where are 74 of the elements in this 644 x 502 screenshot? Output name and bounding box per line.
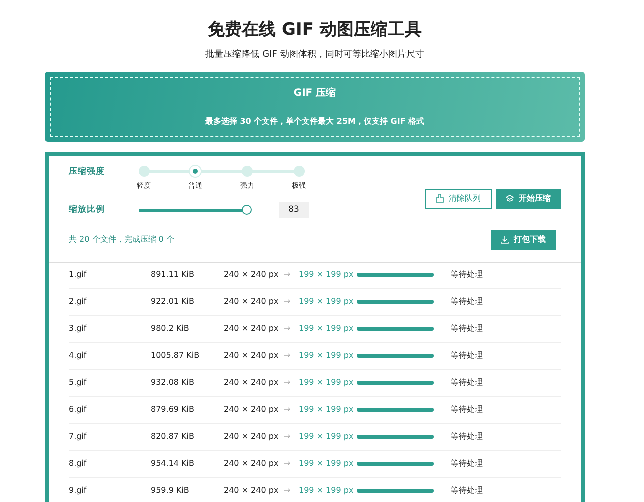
file-size: 922.01 KiB [151, 296, 196, 308]
file-size: 891.11 KiB [151, 269, 196, 282]
broom-icon [436, 194, 444, 204]
arrow-text: → [284, 376, 292, 389]
file-status: 等待处理 [451, 376, 483, 389]
arrow-text: → [284, 404, 292, 416]
target-dimensions: 199 × 199 px [299, 484, 355, 497]
setting-label: 缩放比例 [69, 204, 106, 216]
setting-label: 压缩强度 [69, 166, 106, 179]
file-status: 等待处理 [451, 404, 483, 416]
file-name: 9.gif [69, 484, 88, 497]
start-compress-button[interactable]: 开始压缩 [496, 188, 561, 209]
arrow-text: → [284, 322, 292, 335]
cap-icon [506, 195, 514, 202]
arrow-text: → [284, 350, 292, 362]
file-size: 980.2 KiB [151, 322, 190, 335]
target-dimensions: 199 × 199 px [299, 269, 355, 282]
arrow-text: → [284, 269, 292, 282]
file-size: 879.69 KiB [151, 404, 196, 416]
target-dimensions: 199 × 199 px [299, 430, 355, 443]
file-status: 等待处理 [451, 458, 483, 470]
arrow-text: → [284, 458, 292, 470]
original-dimensions: 240 × 240 px [224, 458, 280, 470]
upload-hint: 最多选择 30 个文件，单个文件最大 25M，仅支持 GIF 格式 [205, 116, 425, 128]
file-name: 1.gif [69, 269, 88, 282]
file-status: 等待处理 [451, 350, 483, 362]
step-dot[interactable] [190, 166, 202, 177]
file-name: 5.gif [69, 376, 88, 389]
file-status: 等待处理 [451, 296, 483, 308]
original-dimensions: 240 × 240 px [224, 350, 280, 362]
file-name: 8.gif [69, 458, 88, 470]
original-dimensions: 240 × 240 px [224, 376, 280, 389]
target-dimensions: 199 × 199 px [299, 458, 355, 470]
scale-value-field[interactable]: 83 [279, 202, 309, 218]
summary-text: 共 20 个文件，完成压缩 0 个 [69, 234, 174, 246]
pack-download-button[interactable]: 打包下载 [491, 230, 556, 250]
file-status: 等待处理 [451, 484, 483, 497]
target-dimensions: 199 × 199 px [299, 322, 355, 335]
file-size: 820.87 KiB [151, 430, 196, 443]
original-dimensions: 240 × 240 px [224, 484, 280, 497]
target-dimensions: 199 × 199 px [299, 296, 355, 308]
target-dimensions: 199 × 199 px [299, 350, 355, 362]
upload-area[interactable]: GIF 压缩 最多选择 30 个文件，单个文件最大 25M，仅支持 GIF 格式 [45, 72, 585, 142]
file-size: 954.14 KiB [151, 458, 196, 470]
original-dimensions: 240 × 240 px [224, 322, 280, 335]
arrow-text: → [284, 484, 292, 497]
original-dimensions: 240 × 240 px [224, 296, 280, 308]
file-size: 959.9 KiB [151, 484, 190, 497]
file-name: 6.gif [69, 404, 88, 416]
page-subtitle: 批量压缩降低 GIF 动图体积，同时可等比缩小图片尺寸 [204, 49, 426, 62]
file-size: 932.08 KiB [151, 376, 196, 389]
file-status: 等待处理 [451, 322, 483, 335]
file-name: 2.gif [69, 296, 88, 308]
step-dot[interactable] [138, 166, 150, 177]
target-dimensions: 199 × 199 px [299, 404, 355, 416]
file-status: 等待处理 [451, 430, 483, 443]
arrow-text: → [284, 296, 292, 308]
original-dimensions: 240 × 240 px [224, 404, 280, 416]
step-dot[interactable] [294, 166, 304, 177]
page-title: 免费在线 GIF 动图压缩工具 [207, 20, 423, 40]
file-name: 3.gif [69, 322, 88, 335]
step-dot[interactable] [242, 166, 253, 177]
download-icon [501, 236, 509, 244]
file-name: 7.gif [69, 430, 88, 443]
upload-title: GIF 压缩 [294, 86, 336, 101]
file-status: 等待处理 [451, 269, 483, 282]
file-size: 1005.87 KiB [151, 350, 201, 362]
original-dimensions: 240 × 240 px [224, 269, 280, 282]
file-name: 4.gif [69, 350, 88, 362]
slider-thumb[interactable] [242, 204, 252, 215]
original-dimensions: 240 × 240 px [224, 430, 280, 443]
target-dimensions: 199 × 199 px [299, 376, 355, 389]
arrow-text: → [284, 430, 292, 443]
clear-queue-button[interactable]: 清除队列 [425, 188, 492, 209]
